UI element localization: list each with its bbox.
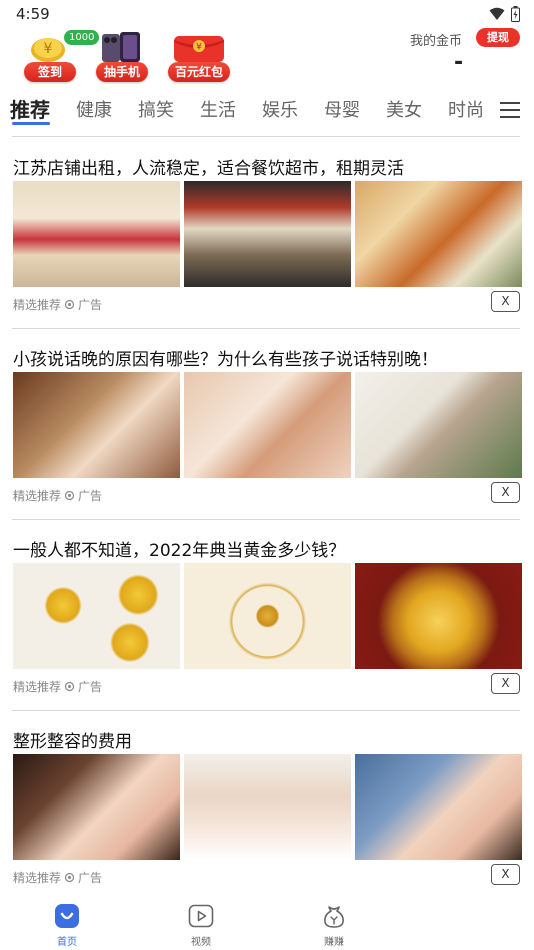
feed-image[interactable]	[13, 181, 180, 287]
feed-image[interactable]	[355, 563, 522, 669]
checkin-entry[interactable]: ¥ 1000元 签到	[16, 28, 100, 88]
tabs-divider	[12, 136, 520, 137]
tab-life[interactable]: 生活	[200, 96, 236, 122]
earn-icon	[324, 906, 344, 928]
feed-item-meta: 精选推荐 广告	[13, 869, 102, 886]
red-packet-entry[interactable]: ¥ 百元红包	[164, 28, 234, 88]
tab-health[interactable]: 健康	[76, 96, 112, 122]
phone-draw-button[interactable]: 抽手机	[96, 62, 148, 82]
svg-text:¥: ¥	[196, 43, 202, 53]
feed-item-title[interactable]: 小孩说话晚的原因有哪些？为什么有些孩子说话特别晚！	[13, 345, 438, 370]
feed-item-title[interactable]: 一般人都不知道，2022年典当黄金多少钱？	[13, 536, 345, 561]
ad-tag: 广告	[78, 680, 103, 694]
category-tabs: 推荐 健康 搞笑 生活 娱乐 母婴 美女 时尚	[0, 90, 534, 130]
phone-icon	[102, 32, 140, 62]
svg-text:¥: ¥	[44, 41, 53, 57]
tab-beauty[interactable]: 美女	[386, 96, 422, 122]
feed-image[interactable]	[355, 754, 522, 860]
feed-image[interactable]	[184, 181, 351, 287]
ad-icon	[64, 872, 75, 883]
feed-item-meta: 精选推荐 广告	[13, 678, 102, 695]
withdraw-button[interactable]: 提现	[476, 28, 520, 47]
ad-icon	[64, 299, 75, 310]
status-icons	[489, 6, 520, 22]
dismiss-button[interactable]: X	[491, 291, 520, 312]
feed-item-meta: 精选推荐 广告	[13, 296, 102, 313]
ad-icon	[64, 490, 75, 501]
wifi-icon	[489, 7, 505, 20]
feed-item[interactable]: 江苏店铺出租，人流稳定，适合餐饮超市，租期灵活 精选推荐 广告 X	[0, 138, 534, 329]
feed-item[interactable]: 整形整容的费用 精选推荐 广告 X	[0, 711, 534, 902]
feed-image[interactable]	[13, 754, 180, 860]
feed-image[interactable]	[184, 372, 351, 478]
feed-item-source: 精选推荐	[13, 680, 62, 694]
coin-icon: ¥	[31, 38, 65, 62]
dismiss-button[interactable]: X	[491, 482, 520, 503]
status-time: 4:59	[16, 5, 50, 23]
tab-entertainment[interactable]: 娱乐	[262, 96, 298, 122]
active-tab-indicator	[12, 122, 50, 125]
red-packet-button[interactable]: 百元红包	[168, 62, 230, 82]
dismiss-button[interactable]: X	[491, 864, 520, 885]
feed-image[interactable]	[184, 754, 351, 860]
red-packet-icon: ¥	[174, 36, 224, 62]
coin-wallet: 我的金币 提现 -	[400, 28, 520, 88]
feed-item-title[interactable]: 江苏店铺出租，人流稳定，适合餐饮超市，租期灵活	[13, 154, 404, 179]
battery-icon	[511, 6, 520, 22]
dismiss-button[interactable]: X	[491, 673, 520, 694]
feed-item-images[interactable]	[13, 563, 522, 669]
tab-recommend[interactable]: 推荐	[10, 94, 50, 123]
feed-item-meta: 精选推荐 广告	[13, 487, 102, 504]
nav-home[interactable]: 首页	[37, 902, 97, 948]
nav-video[interactable]: 视频	[171, 902, 231, 948]
feed-image[interactable]	[355, 372, 522, 478]
feed-item-images[interactable]	[13, 754, 522, 860]
feed-image[interactable]	[13, 563, 180, 669]
phone-draw-entry[interactable]: 抽手机	[92, 28, 172, 88]
tab-fashion[interactable]: 时尚	[448, 96, 484, 122]
nav-earn[interactable]: 赚赚	[304, 902, 364, 948]
feed-item-source: 精选推荐	[13, 489, 62, 503]
tab-funny[interactable]: 搞笑	[138, 96, 174, 122]
feed-item-images[interactable]	[13, 372, 522, 478]
checkin-button[interactable]: 签到	[24, 62, 76, 82]
home-icon	[55, 904, 79, 928]
ad-tag: 广告	[78, 489, 103, 503]
feed-item-images[interactable]	[13, 181, 522, 287]
nav-video-label: 视频	[191, 937, 211, 948]
wallet-value: -	[454, 50, 464, 75]
ad-icon	[64, 681, 75, 692]
ad-tag: 广告	[78, 298, 103, 312]
feed-image[interactable]	[355, 181, 522, 287]
feed-item-source: 精选推荐	[13, 871, 62, 885]
wallet-label: 我的金币	[409, 34, 462, 49]
ad-tag: 广告	[78, 871, 103, 885]
video-icon	[188, 904, 214, 928]
nav-home-label: 首页	[57, 937, 77, 948]
promo-header: ¥ 1000元 签到 抽手机 ¥ 百元红包 我的金币 提现 -	[0, 28, 534, 88]
news-feed: 江苏店铺出租，人流稳定，适合餐饮超市，租期灵活 精选推荐 广告 X 小孩说话晚的…	[0, 138, 534, 902]
tab-parenting[interactable]: 母婴	[324, 96, 360, 122]
feed-item-title[interactable]: 整形整容的费用	[13, 727, 132, 752]
feed-image[interactable]	[184, 563, 351, 669]
status-bar: 4:59	[0, 0, 534, 30]
bottom-nav: 首页 视频 赚赚	[0, 896, 534, 950]
feed-item-source: 精选推荐	[13, 298, 62, 312]
menu-icon[interactable]	[500, 102, 520, 118]
feed-image[interactable]	[13, 372, 180, 478]
feed-item[interactable]: 一般人都不知道，2022年典当黄金多少钱？ 精选推荐 广告 X	[0, 520, 534, 711]
nav-earn-label: 赚赚	[324, 937, 344, 948]
feed-item[interactable]: 小孩说话晚的原因有哪些？为什么有些孩子说话特别晚！ 精选推荐 广告 X	[0, 329, 534, 520]
